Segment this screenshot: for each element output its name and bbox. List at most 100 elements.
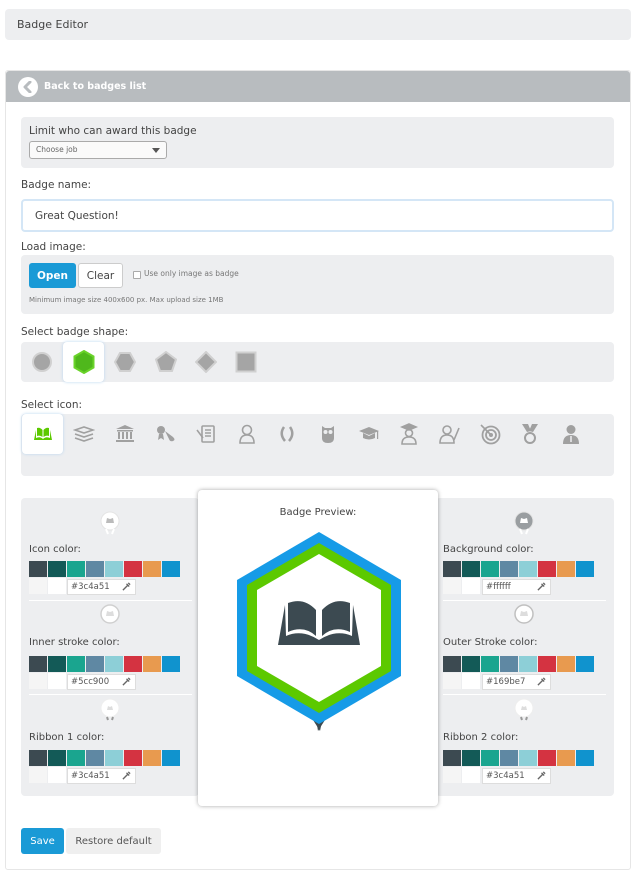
color-swatch[interactable] bbox=[124, 561, 142, 577]
icon-option-open-book[interactable] bbox=[22, 414, 63, 454]
icon-option-books[interactable] bbox=[63, 414, 104, 454]
color-swatch[interactable] bbox=[443, 750, 461, 766]
color-swatch[interactable] bbox=[48, 750, 66, 766]
color-swatch[interactable] bbox=[48, 578, 66, 594]
icon-option-person[interactable] bbox=[226, 414, 267, 454]
color-swatch[interactable] bbox=[105, 656, 123, 672]
eyedropper-icon[interactable] bbox=[537, 582, 546, 594]
color-swatch[interactable] bbox=[48, 767, 66, 783]
color-swatch[interactable] bbox=[67, 656, 85, 672]
color-swatch[interactable] bbox=[29, 656, 47, 672]
icon-option-diploma[interactable] bbox=[145, 414, 186, 454]
color-swatch[interactable] bbox=[462, 656, 480, 672]
eyedropper-icon[interactable] bbox=[537, 771, 546, 783]
color-swatch[interactable] bbox=[519, 561, 537, 577]
color-swatch[interactable] bbox=[143, 561, 161, 577]
open-button[interactable]: Open bbox=[29, 263, 76, 288]
icon-option-teacher[interactable] bbox=[429, 414, 470, 454]
color-swatch[interactable] bbox=[462, 578, 480, 594]
icon-option-laurel[interactable] bbox=[266, 414, 307, 454]
color-swatch[interactable] bbox=[462, 750, 480, 766]
job-select[interactable]: Choose job bbox=[29, 141, 167, 159]
color-swatch[interactable] bbox=[500, 561, 518, 577]
color-swatch[interactable] bbox=[48, 673, 66, 689]
color-swatch[interactable] bbox=[67, 750, 85, 766]
color-swatch[interactable] bbox=[557, 561, 575, 577]
color-swatch[interactable] bbox=[557, 750, 575, 766]
color-swatch[interactable] bbox=[105, 561, 123, 577]
shape-option-square[interactable] bbox=[225, 342, 266, 382]
color-swatch[interactable] bbox=[538, 750, 556, 766]
color-swatch[interactable] bbox=[481, 750, 499, 766]
color-swatch[interactable] bbox=[443, 767, 461, 783]
eyedropper-icon[interactable] bbox=[537, 677, 546, 689]
color-swatch[interactable] bbox=[67, 561, 85, 577]
icon-color-hex-input[interactable]: #3c4a51 bbox=[67, 579, 136, 595]
icon-option-certificate[interactable] bbox=[185, 414, 226, 454]
shape-option-hexagon[interactable] bbox=[63, 342, 104, 382]
color-swatch[interactable] bbox=[162, 750, 180, 766]
color-swatch[interactable] bbox=[29, 578, 47, 594]
color-swatch[interactable] bbox=[86, 656, 104, 672]
color-swatch[interactable] bbox=[538, 656, 556, 672]
color-swatch[interactable] bbox=[48, 561, 66, 577]
icon-option-medal[interactable] bbox=[509, 414, 550, 454]
icon-option-bank[interactable] bbox=[104, 414, 145, 454]
color-swatch[interactable] bbox=[29, 673, 47, 689]
color-swatch[interactable] bbox=[86, 561, 104, 577]
eyedropper-icon[interactable] bbox=[122, 677, 131, 689]
color-swatch[interactable] bbox=[462, 767, 480, 783]
shape-option-diamond[interactable] bbox=[185, 342, 226, 382]
color-swatch[interactable] bbox=[576, 656, 594, 672]
color-swatch[interactable] bbox=[162, 561, 180, 577]
color-swatch[interactable] bbox=[143, 750, 161, 766]
color-swatch[interactable] bbox=[86, 750, 104, 766]
color-swatch[interactable] bbox=[29, 561, 47, 577]
color-swatch[interactable] bbox=[462, 561, 480, 577]
ribbon1-hex-input[interactable]: #3c4a51 bbox=[67, 768, 136, 784]
color-swatch[interactable] bbox=[576, 750, 594, 766]
color-swatch[interactable] bbox=[519, 656, 537, 672]
color-swatch[interactable] bbox=[462, 673, 480, 689]
color-swatch[interactable] bbox=[557, 656, 575, 672]
clear-button[interactable]: Clear bbox=[78, 263, 123, 288]
color-swatch[interactable] bbox=[481, 656, 499, 672]
icon-option-businessman[interactable] bbox=[550, 414, 591, 454]
color-swatch[interactable] bbox=[443, 578, 461, 594]
icon-option-graduate[interactable] bbox=[388, 414, 429, 454]
color-swatch[interactable] bbox=[29, 767, 47, 783]
color-swatch[interactable] bbox=[48, 656, 66, 672]
color-swatch[interactable] bbox=[500, 656, 518, 672]
color-swatch[interactable] bbox=[143, 656, 161, 672]
color-swatch[interactable] bbox=[105, 750, 123, 766]
icon-option-graduation-cap[interactable] bbox=[348, 414, 389, 454]
background-hex-input[interactable]: #ffffff bbox=[482, 579, 551, 595]
shape-option-pentagon[interactable] bbox=[145, 342, 186, 382]
badge-name-input[interactable] bbox=[21, 199, 614, 232]
back-button[interactable] bbox=[18, 76, 38, 97]
color-swatch[interactable] bbox=[443, 561, 461, 577]
eyedropper-icon[interactable] bbox=[122, 771, 131, 783]
color-swatch[interactable] bbox=[481, 561, 499, 577]
outer-stroke-hex-input[interactable]: #169be7 bbox=[482, 674, 551, 690]
color-swatch[interactable] bbox=[519, 750, 537, 766]
color-swatch[interactable] bbox=[443, 656, 461, 672]
icon-option-owl[interactable] bbox=[307, 414, 348, 454]
color-swatch[interactable] bbox=[576, 561, 594, 577]
color-swatch[interactable] bbox=[162, 656, 180, 672]
icon-option-target[interactable] bbox=[469, 414, 510, 454]
shape-option-hexagon-flat[interactable] bbox=[104, 342, 145, 382]
color-swatch[interactable] bbox=[29, 750, 47, 766]
color-swatch[interactable] bbox=[500, 750, 518, 766]
save-button[interactable]: Save bbox=[21, 828, 64, 854]
color-swatch[interactable] bbox=[443, 673, 461, 689]
color-swatch[interactable] bbox=[124, 656, 142, 672]
color-swatch[interactable] bbox=[538, 561, 556, 577]
back-link[interactable]: Back to badges list bbox=[44, 81, 146, 92]
eyedropper-icon[interactable] bbox=[122, 582, 131, 594]
ribbon2-hex-input[interactable]: #3c4a51 bbox=[482, 768, 551, 784]
inner-stroke-hex-input[interactable]: #5cc900 bbox=[67, 674, 136, 690]
color-swatch[interactable] bbox=[124, 750, 142, 766]
restore-default-button[interactable]: Restore default bbox=[66, 828, 161, 854]
shape-option-circle[interactable] bbox=[21, 342, 62, 382]
